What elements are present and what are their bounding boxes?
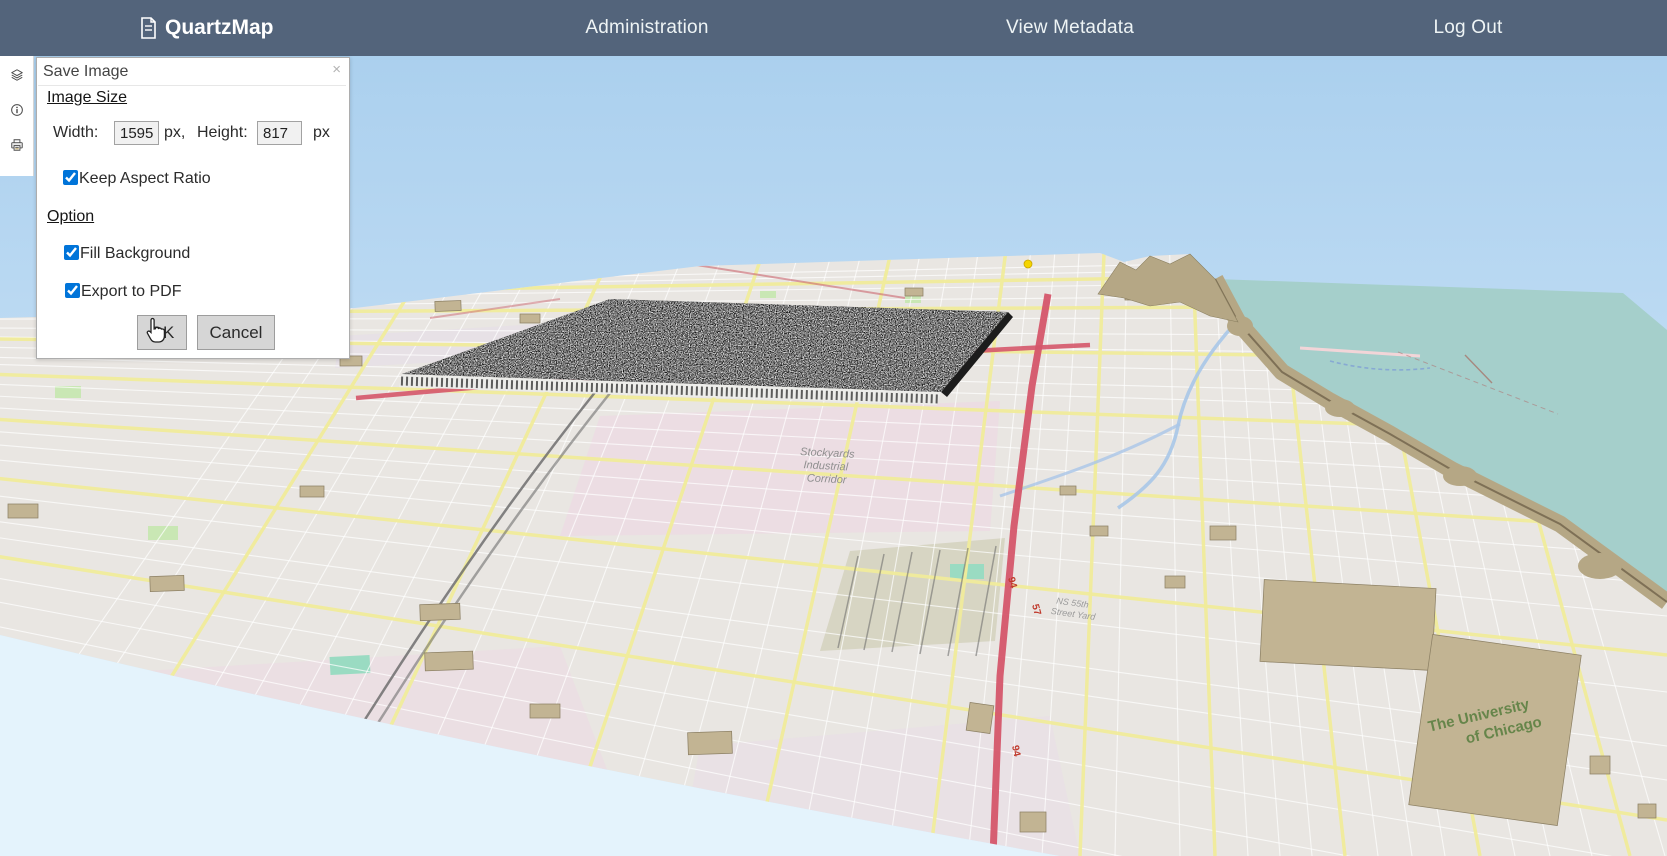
print-icon (10, 134, 24, 156)
layers-icon (10, 64, 24, 86)
app-brand[interactable]: QuartzMap (140, 0, 274, 56)
width-input[interactable] (114, 121, 159, 145)
fill-background-checkbox[interactable] (64, 245, 79, 260)
svg-text:Industrial: Industrial (803, 459, 849, 473)
nav-log-out[interactable]: Log Out (1433, 0, 1502, 56)
image-size-heading: Image Size (47, 89, 127, 107)
option-heading: Option (47, 208, 94, 226)
nav-view-metadata[interactable]: View Metadata (1006, 0, 1134, 56)
keep-aspect-ratio-checkbox[interactable] (63, 170, 78, 185)
info-button[interactable] (4, 97, 30, 123)
dialog-title: Save Image (43, 63, 128, 81)
export-to-pdf-checkbox[interactable] (65, 283, 80, 298)
keep-aspect-ratio-label: Keep Aspect Ratio (79, 170, 211, 188)
height-label: Height: (197, 124, 248, 142)
width-unit: px, (164, 124, 185, 142)
height-input[interactable] (257, 121, 302, 145)
svg-text:Corridor: Corridor (806, 472, 848, 486)
info-icon (10, 99, 24, 121)
document-icon (140, 17, 157, 39)
cancel-button[interactable]: Cancel (197, 315, 275, 350)
toolbar-left (0, 56, 34, 176)
nav-administration[interactable]: Administration (585, 0, 708, 56)
height-unit: px (313, 124, 330, 142)
close-icon[interactable]: × (332, 61, 341, 78)
save-image-dialog: Save Image × Image Size Width: px, Heigh… (36, 57, 350, 359)
layers-button[interactable] (4, 62, 30, 88)
print-button[interactable] (4, 132, 30, 158)
navbar: QuartzMap Administration View Metadata L… (0, 0, 1667, 56)
fill-background-label: Fill Background (80, 245, 190, 263)
ok-button[interactable]: OK (137, 315, 187, 350)
export-to-pdf-label: Export to PDF (81, 283, 181, 301)
dialog-separator (38, 85, 346, 86)
width-label: Width: (53, 124, 98, 142)
poi-dot (1024, 260, 1032, 268)
app-title: QuartzMap (165, 16, 274, 40)
